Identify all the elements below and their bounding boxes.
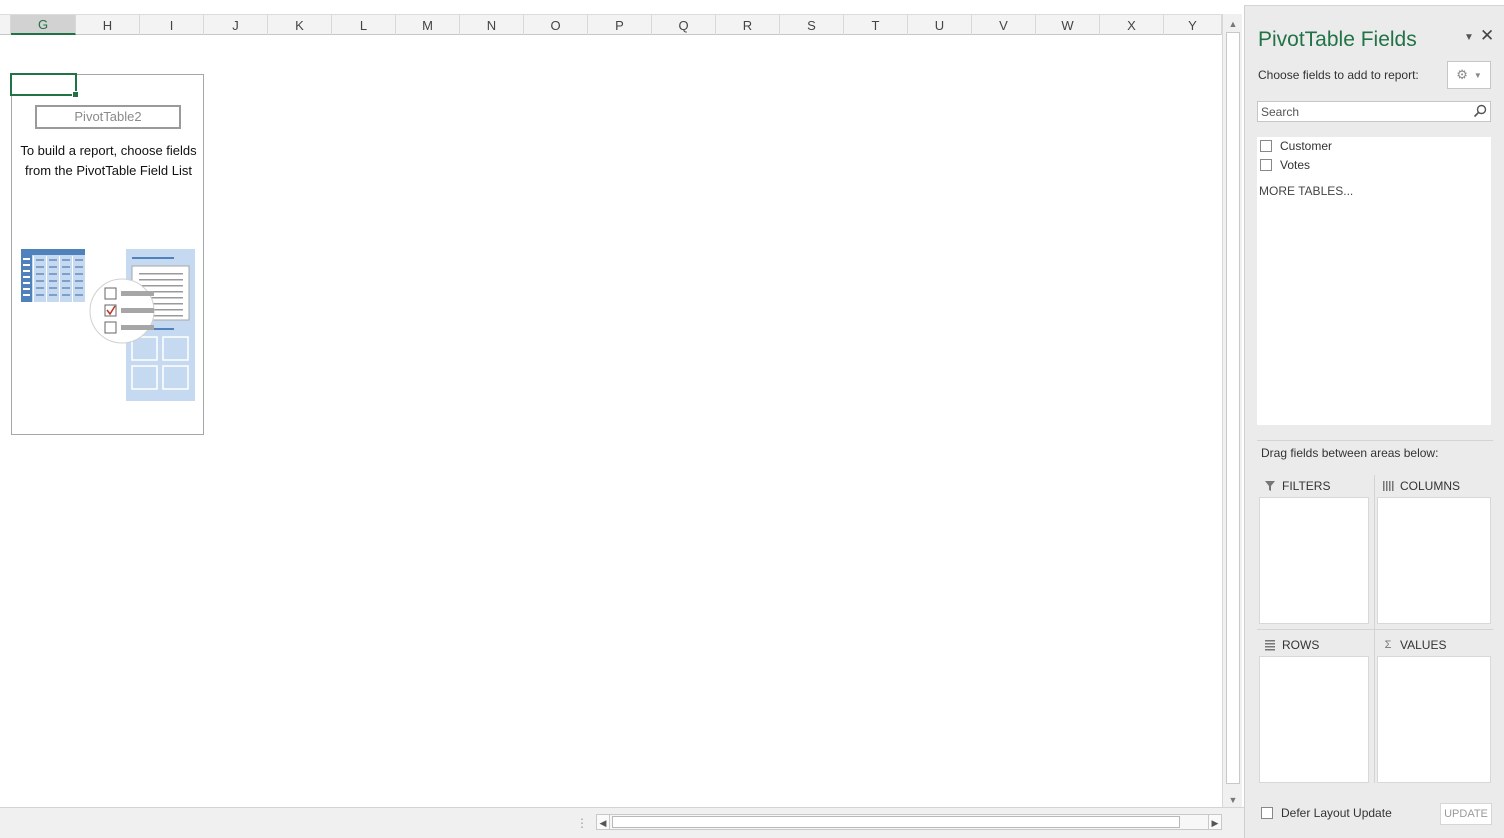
column-header-t[interactable]: T (844, 15, 908, 35)
filter-icon (1265, 481, 1275, 491)
column-header-q[interactable]: Q (652, 15, 716, 35)
column-header-h[interactable]: H (76, 15, 140, 35)
values-area[interactable]: Σ VALUES (1377, 634, 1491, 783)
columns-area[interactable]: COLUMNS (1377, 475, 1491, 624)
field-checkbox[interactable] (1260, 159, 1272, 171)
filters-label: FILTERS (1282, 479, 1331, 493)
search-box[interactable] (1257, 101, 1491, 122)
tools-button[interactable]: ⚙ ▼ (1447, 61, 1491, 89)
rows-area[interactable]: ROWS (1259, 634, 1369, 783)
column-header-r[interactable]: R (716, 15, 780, 35)
columns-area-header: COLUMNS (1377, 475, 1491, 497)
scroll-up-arrow-icon[interactable]: ▲ (1227, 18, 1239, 30)
areas-divider-vertical (1374, 475, 1375, 783)
column-header-row: G H I J K L M N O P Q R S T U V W X Y (0, 14, 1222, 35)
field-customer[interactable]: Customer (1260, 138, 1332, 154)
update-button[interactable]: UPDATE (1440, 803, 1492, 825)
rows-drop-zone[interactable] (1259, 656, 1369, 783)
columns-icon (1383, 481, 1394, 491)
columns-drop-zone[interactable] (1377, 497, 1491, 624)
column-header-w[interactable]: W (1036, 15, 1100, 35)
column-header-x[interactable]: X (1100, 15, 1164, 35)
horizontal-scroll-thumb[interactable] (612, 816, 1180, 828)
choose-fields-label: Choose fields to add to report: (1258, 68, 1419, 82)
drag-fields-label: Drag fields between areas below: (1261, 446, 1439, 460)
defer-layout-update[interactable]: Defer Layout Update (1261, 806, 1392, 820)
values-drop-zone[interactable] (1377, 656, 1491, 783)
column-header-y[interactable]: Y (1164, 15, 1222, 35)
scroll-down-arrow-icon[interactable]: ▼ (1227, 794, 1239, 806)
filters-drop-zone[interactable] (1259, 497, 1369, 624)
defer-layout-label: Defer Layout Update (1281, 806, 1392, 820)
scroll-right-arrow-icon[interactable]: ▶ (1208, 814, 1222, 830)
areas-divider (1257, 629, 1493, 630)
field-checkbox[interactable] (1260, 140, 1272, 152)
splitter-handle-icon[interactable]: ⋮ (576, 816, 588, 830)
horizontal-scroll-track[interactable] (610, 814, 1208, 830)
search-input[interactable] (1258, 102, 1468, 121)
column-header-l[interactable]: L (332, 15, 396, 35)
pivot-field-list-illustration (21, 249, 195, 401)
pane-divider (1257, 440, 1493, 441)
column-header-j[interactable]: J (204, 15, 268, 35)
spreadsheet-area: G H I J K L M N O P Q R S T U V W X Y Pi… (0, 0, 1244, 838)
sigma-icon: Σ (1384, 639, 1392, 651)
column-header-v[interactable]: V (972, 15, 1036, 35)
pivot-table-instructions: To build a report, choose fields from th… (20, 143, 197, 178)
column-header-g[interactable]: G (11, 15, 76, 35)
scroll-left-arrow-icon[interactable]: ◀ (596, 814, 610, 830)
column-header-k[interactable]: K (268, 15, 332, 35)
field-votes[interactable]: Votes (1260, 157, 1310, 173)
column-header-u[interactable]: U (908, 15, 972, 35)
pane-title: PivotTable Fields (1258, 28, 1417, 51)
column-header-s[interactable]: S (780, 15, 844, 35)
vertical-scroll-thumb[interactable] (1226, 32, 1240, 784)
horizontal-scrollbar[interactable]: ◀ ▶ (596, 814, 1222, 830)
vertical-scrollbar[interactable]: ▲ ▼ (1222, 14, 1242, 807)
field-label: Votes (1280, 158, 1311, 172)
more-tables-link[interactable]: MORE TABLES... (1259, 184, 1353, 198)
rows-icon (1265, 640, 1275, 651)
gear-icon: ⚙ (1456, 67, 1468, 82)
column-header-n[interactable]: N (460, 15, 524, 35)
columns-label: COLUMNS (1400, 479, 1461, 493)
close-icon[interactable]: ✕ (1480, 26, 1494, 46)
filters-area[interactable]: FILTERS (1259, 475, 1369, 624)
pivot-table-name: PivotTable2 (35, 105, 181, 129)
column-header-m[interactable]: M (396, 15, 460, 35)
rows-label: ROWS (1282, 638, 1320, 652)
column-header-o[interactable]: O (524, 15, 588, 35)
chevron-down-icon: ▼ (1473, 70, 1482, 80)
pivot-fields-pane: PivotTable Fields ▼ ✕ Choose fields to a… (1244, 6, 1504, 838)
values-label: VALUES (1400, 638, 1447, 652)
pivot-table-placeholder[interactable]: PivotTable2 To build a report, choose fi… (11, 74, 204, 435)
active-cell-g[interactable] (10, 73, 79, 98)
chevron-down-icon[interactable]: ▼ (1464, 32, 1474, 43)
sheet-bottom-bar: ⋮ ◀ ▶ (0, 807, 1244, 838)
excel-window: G H I J K L M N O P Q R S T U V W X Y Pi… (0, 0, 1504, 838)
column-header-spacer (0, 15, 11, 35)
column-header-p[interactable]: P (588, 15, 652, 35)
filters-area-header: FILTERS (1259, 475, 1369, 497)
column-header-i[interactable]: I (140, 15, 204, 35)
defer-layout-checkbox[interactable] (1261, 807, 1273, 819)
search-icon[interactable] (1473, 104, 1487, 118)
values-area-header: Σ VALUES (1377, 634, 1491, 656)
field-list: Customer Votes MORE TABLES... (1257, 137, 1491, 425)
rows-area-header: ROWS (1259, 634, 1369, 656)
field-label: Customer (1280, 139, 1333, 153)
